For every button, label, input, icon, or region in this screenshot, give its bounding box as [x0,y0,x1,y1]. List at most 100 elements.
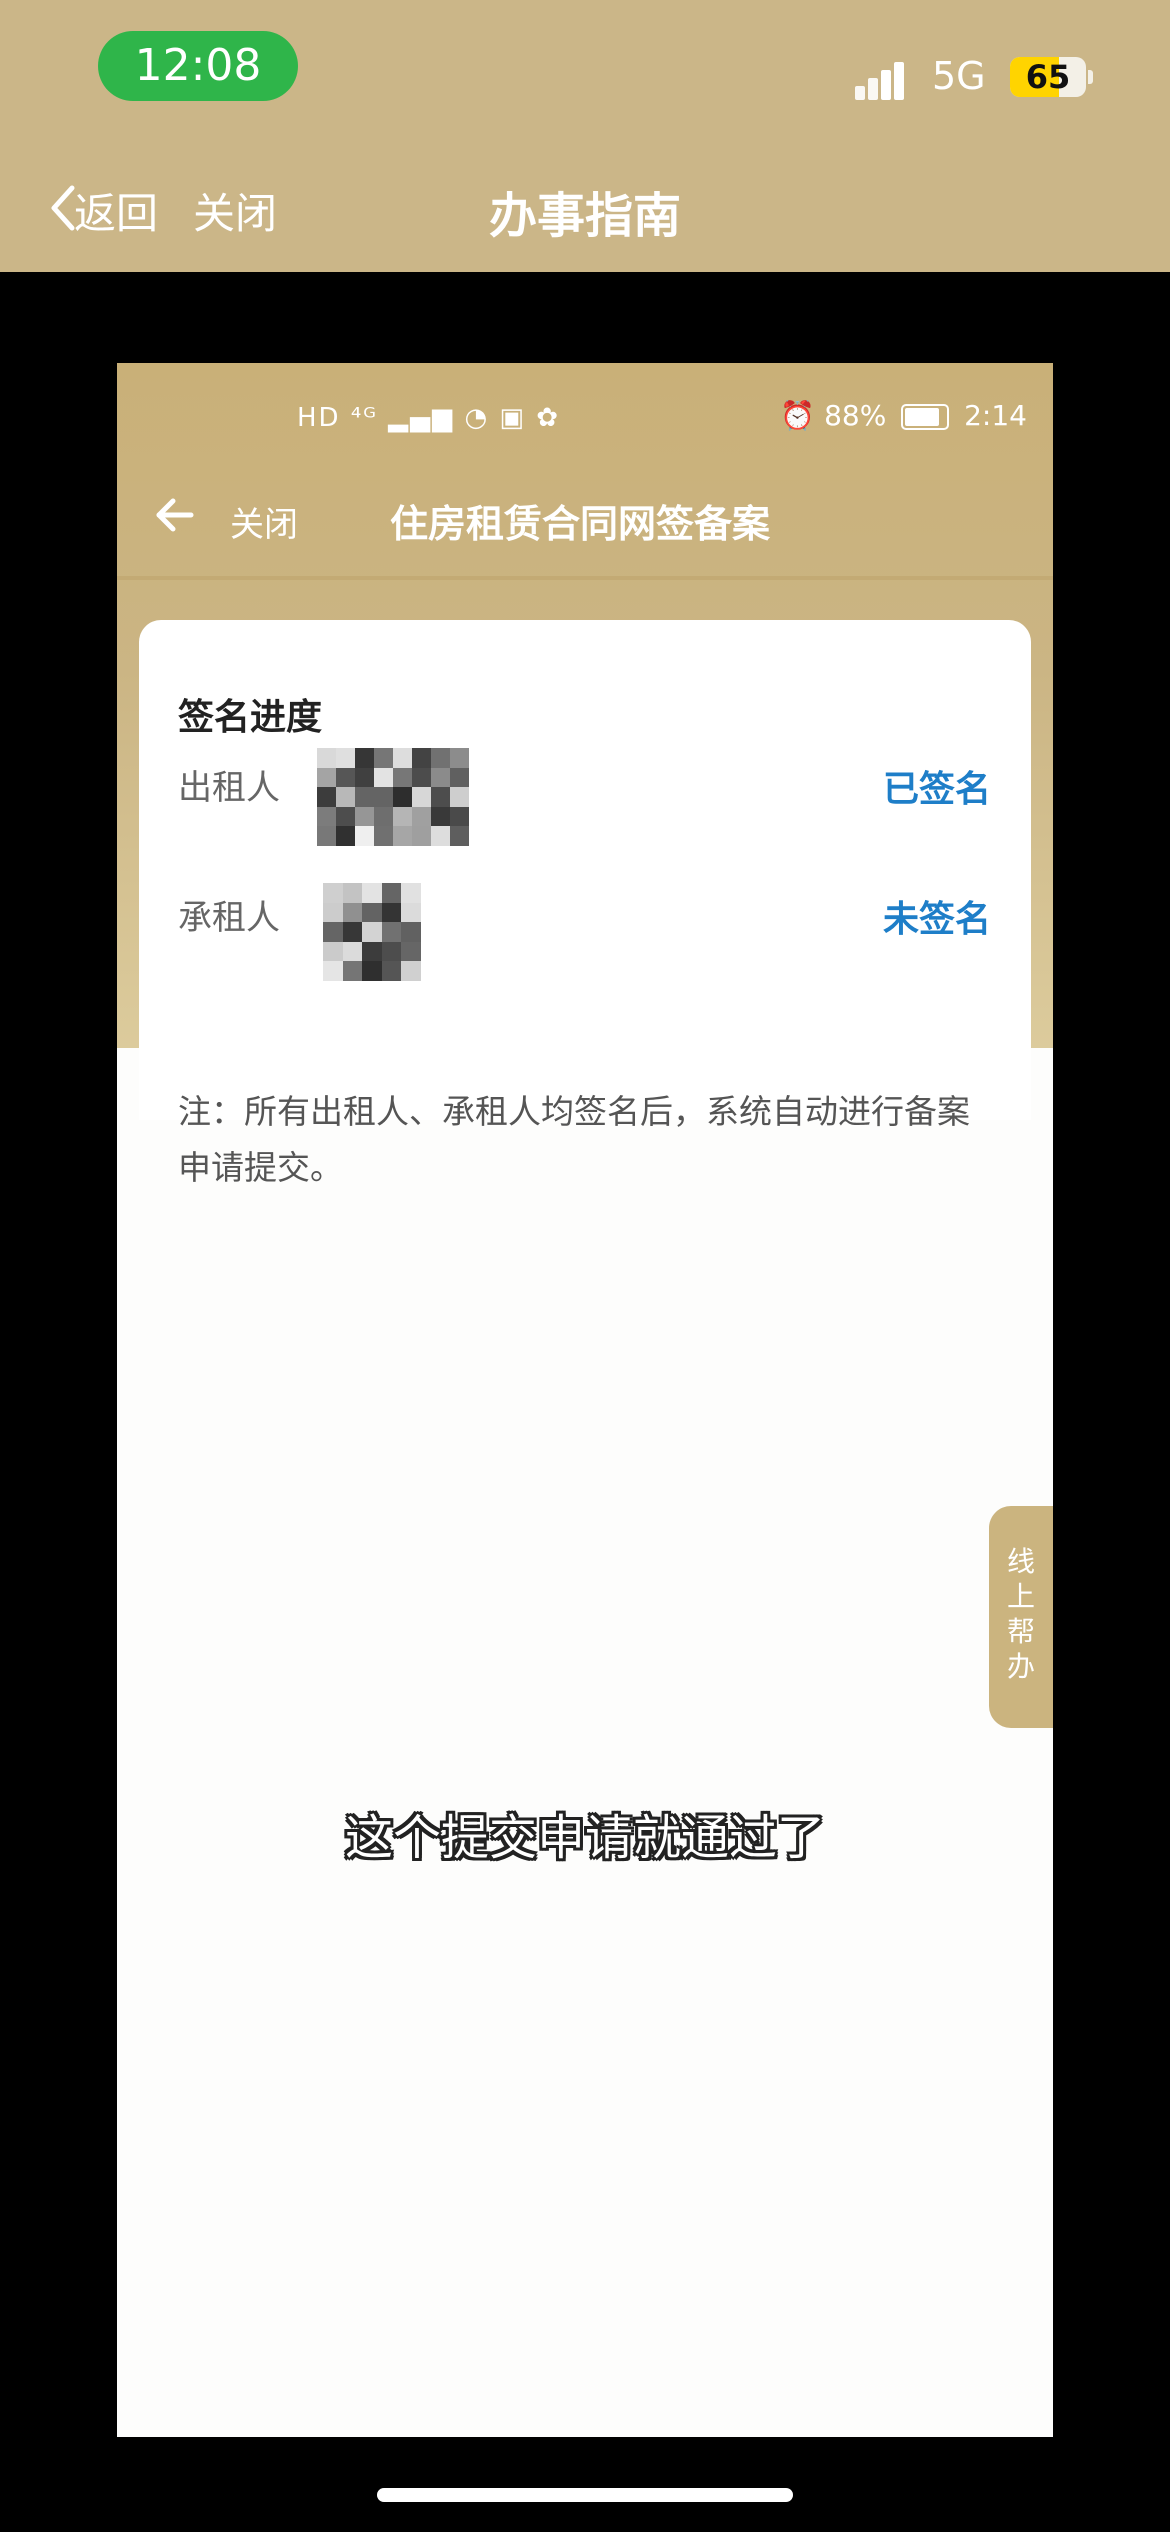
embedded-screenshot: HD ⁴ᴳ ▂▄▆ ◔ ▣ ✿ ⏰ 88% 2:14 关闭 住房租赁合同网签备案… [117,363,1053,2437]
redacted-name-mosaic [317,748,469,846]
inner-status-right: ⏰ 88% 2:14 [780,399,1027,432]
mosaic-cell [362,902,382,923]
mosaic-cell [362,922,382,942]
mosaic-cell [431,748,450,768]
mosaic-cell [374,787,393,807]
inner-time: 2:14 [964,399,1027,432]
mosaic-cell [393,787,412,807]
mosaic-cell [355,767,374,788]
mosaic-cell [381,883,402,903]
mosaic-cell [336,826,355,846]
mosaic-cell [317,748,336,768]
mosaic-cell [323,941,343,962]
mosaic-cell [355,748,374,768]
mosaic-cell [355,787,374,807]
mosaic-cell [412,806,431,827]
mosaic-cell [412,767,431,788]
mosaic-cell [323,902,343,923]
mosaic-cell [374,748,393,768]
mosaic-cell [393,826,412,846]
network-label: 5G [932,54,986,98]
card-title: 签名进度 [178,697,323,738]
mosaic-cell [317,826,336,846]
mosaic-cell [401,883,421,903]
mosaic-cell [342,941,363,962]
mosaic-cell [431,787,450,807]
mosaic-cell [381,941,402,962]
mosaic-cell [381,902,402,923]
mosaic-cell [362,941,382,962]
signal-icon [855,58,917,100]
mosaic-cell [381,961,402,981]
mosaic-cell [342,902,363,923]
mosaic-cell [431,826,450,846]
inner-battery-percent: 88% [824,399,887,432]
row-label-tenant: 承租人 [178,898,280,938]
inner-nav-title: 住房租赁合同网签备案 [390,502,771,546]
mosaic-cell [317,767,336,788]
mosaic-cell [393,748,412,768]
help-tab-char: 上 [1006,1580,1035,1613]
battery-label: 65 [1025,58,1071,96]
mosaic-cell [412,748,431,768]
mosaic-cell [355,806,374,827]
mosaic-cell [317,806,336,827]
row-label-landlord: 出租人 [178,768,280,808]
signature-progress-card: 签名进度 出租人 已签名 承租人 未签名 [139,620,1031,1120]
mosaic-cell [401,941,421,962]
video-subtitle: 这个提交申请就通过了 [344,1810,825,1866]
home-indicator[interactable] [377,2488,793,2502]
mosaic-cell [401,922,421,942]
mosaic-cell [336,767,355,788]
mosaic-cell [342,922,363,942]
mosaic-cell [342,883,363,903]
mosaic-cell [450,787,469,807]
outer-header: 12:08 5G 65 返回 关闭 办事指南 [0,0,1170,272]
mosaic-cell [450,826,469,846]
mosaic-cell [450,806,469,827]
mosaic-cell [336,787,355,807]
help-tab-char: 帮 [1006,1615,1035,1648]
mosaic-cell [355,826,374,846]
inner-close-button[interactable]: 关闭 [230,497,298,546]
mosaic-cell [393,806,412,827]
mosaic-cell [412,826,431,846]
help-tab-char: 线 [1006,1545,1035,1578]
mosaic-cell [431,767,450,788]
mosaic-cell [450,767,469,788]
inner-status-icons: HD ⁴ᴳ ▂▄▆ ◔ ▣ ✿ [297,403,561,433]
battery-icon: 65 [1010,57,1086,97]
inner-battery-icon [901,404,950,430]
help-tab-char: 办 [1006,1650,1035,1683]
mosaic-cell [362,961,382,981]
status-unsigned: 未签名 [882,899,991,940]
mosaic-cell [323,922,343,942]
mosaic-cell [323,883,343,903]
status-signed: 已签名 [882,769,991,810]
mosaic-cell [374,767,393,788]
time-pill[interactable]: 12:08 [98,31,298,101]
arrow-left-icon[interactable] [153,493,197,537]
note-text: 注：所有出租人、承租人均签名后，系统自动进行备案申请提交。 [178,1092,970,1187]
mosaic-cell [323,961,343,981]
mosaic-cell [374,826,393,846]
redacted-name-mosaic [323,883,421,981]
mosaic-cell [374,806,393,827]
mosaic-cell [342,961,363,981]
mosaic-cell [412,787,431,807]
alarm-icon: ⏰ [780,399,816,432]
mosaic-cell [362,883,382,903]
online-help-tab[interactable]: 线上帮办 [989,1506,1053,1728]
mosaic-cell [381,922,402,942]
mosaic-cell [401,902,421,923]
mosaic-cell [450,748,469,768]
page-title: 办事指南 [488,188,681,244]
inner-divider [117,576,1053,580]
mosaic-cell [431,806,450,827]
mosaic-cell [317,787,336,807]
mosaic-cell [336,806,355,827]
mosaic-cell [336,748,355,768]
mosaic-cell [393,767,412,788]
battery-tip [1088,70,1093,84]
mosaic-cell [401,961,421,981]
